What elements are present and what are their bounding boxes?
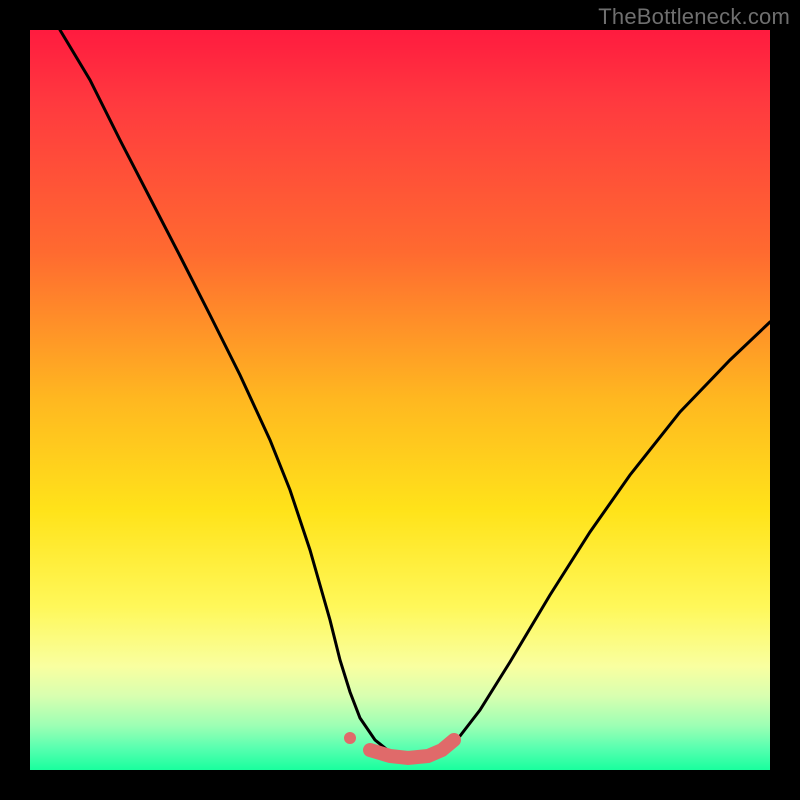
- curve-marker-dot: [344, 732, 356, 744]
- bottleneck-curve: [60, 30, 770, 758]
- bottleneck-curve-svg: [30, 30, 770, 770]
- watermark-text: TheBottleneck.com: [598, 4, 790, 30]
- curve-marker-segment: [370, 740, 454, 758]
- plot-area: [30, 30, 770, 770]
- chart-frame: TheBottleneck.com: [0, 0, 800, 800]
